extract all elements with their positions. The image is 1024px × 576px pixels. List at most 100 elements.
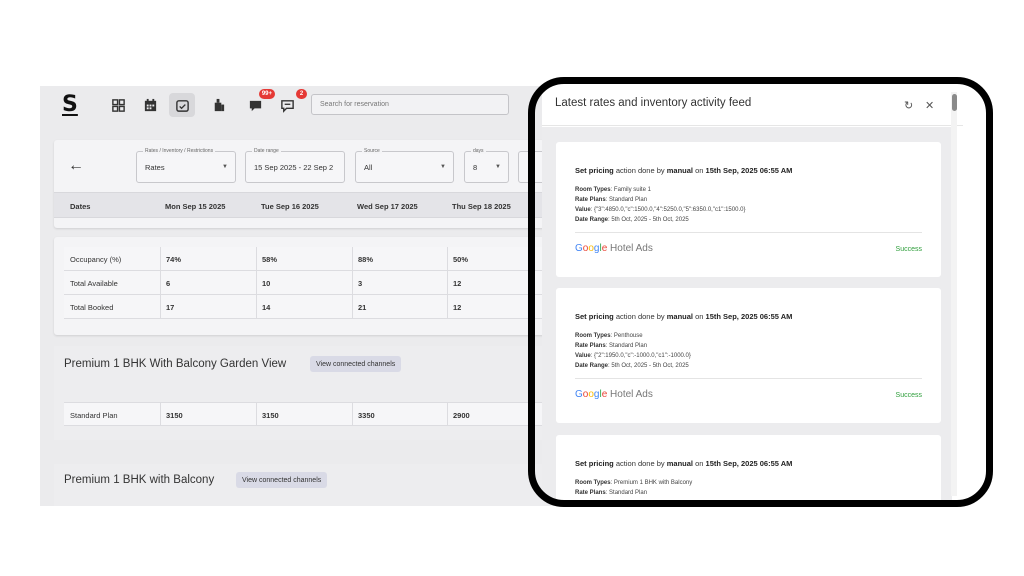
table-cell: 6 xyxy=(166,279,171,288)
divider xyxy=(352,403,353,425)
divider xyxy=(447,271,448,294)
view-select-value: Rates xyxy=(145,163,165,172)
google-hotel-ads-logo: Google Hotel Ads xyxy=(575,243,653,254)
activity-feed-list[interactable]: Set pricing action done by manual on 15t… xyxy=(542,127,952,506)
days-select[interactable]: days 8 ▼ xyxy=(464,148,509,183)
date-column-header: Wed Sep 17 2025 xyxy=(357,202,418,211)
date-range-value: 15 Sep 2025 - 22 Sep 2 xyxy=(254,163,334,172)
view-select-label: Rates / Inventory / Restrictions xyxy=(143,148,216,154)
rate-cell[interactable]: 2900 xyxy=(453,411,470,420)
table-cell: 14 xyxy=(262,303,271,312)
housekeeping-icon[interactable] xyxy=(208,95,228,115)
room-types-line: Room Types: Penthouse xyxy=(575,333,643,339)
divider xyxy=(256,295,257,318)
messages-icon[interactable]: 99+ xyxy=(245,89,275,115)
value-line: Value: {"3":4850.0,"c":1500.0,"4":5250.0… xyxy=(575,207,746,213)
dashboard-icon[interactable] xyxy=(108,95,128,115)
table-row: Standard Plan 3150 3150 3350 2900 xyxy=(64,402,552,426)
date-column-header: Tue Sep 16 2025 xyxy=(261,202,319,211)
divider xyxy=(160,403,161,425)
chat-icon[interactable]: 2 xyxy=(277,89,307,115)
dates-header: Dates xyxy=(70,202,91,211)
view-connected-channels-button[interactable]: View connected channels xyxy=(310,356,402,372)
room-section: Premium 1 BHK With Balcony Garden View V… xyxy=(54,346,552,440)
divider xyxy=(256,247,257,270)
date-range-line: Date Range: 5th Oct, 2025 - 5th Oct, 202… xyxy=(575,217,689,223)
days-select-value: 8 xyxy=(473,163,478,172)
divider xyxy=(256,403,257,425)
calendar-icon[interactable] xyxy=(140,95,160,115)
view-select[interactable]: Rates / Inventory / Restrictions Rates ▼ xyxy=(136,148,236,183)
divider xyxy=(160,271,161,294)
rate-plans-line: Rate Plans: Standard Plan xyxy=(575,197,648,203)
table-row: Total Booked 17 14 21 12 xyxy=(64,295,552,319)
divider xyxy=(447,403,448,425)
source-select-label: Source xyxy=(362,148,382,154)
date-column-header: Thu Sep 18 2025 xyxy=(452,202,511,211)
table-cell: 50% xyxy=(453,255,469,264)
table-cell: 17 xyxy=(166,303,175,312)
row-label: Total Available xyxy=(70,279,118,288)
room-title: Premium 1 BHK With Balcony Garden View xyxy=(64,358,287,370)
google-hotel-ads-logo: Google Hotel Ads xyxy=(575,389,653,400)
close-icon[interactable]: ✕ xyxy=(925,99,934,112)
table-cell: 88% xyxy=(358,255,374,264)
chevron-down-icon: ▼ xyxy=(495,164,501,170)
status-success: Success xyxy=(895,392,922,399)
top-navbar: S 99+ 2 Search for reservation xyxy=(40,86,552,124)
feed-item-title: Set pricing action done by manual on 15t… xyxy=(575,459,793,468)
divider xyxy=(352,271,353,294)
feed-item-title: Set pricing action done by manual on 15t… xyxy=(575,312,793,321)
rate-cell[interactable]: 3350 xyxy=(358,411,375,420)
room-title: Premium 1 BHK with Balcony xyxy=(64,474,215,486)
row-label: Occupancy (%) xyxy=(70,255,122,264)
divider xyxy=(352,295,353,318)
rate-cell[interactable]: 3150 xyxy=(166,411,183,420)
table-cell: 74% xyxy=(166,255,182,264)
rate-plans-line: Rate Plans: Standard Plan xyxy=(575,343,648,349)
table-cell: 21 xyxy=(358,303,367,312)
chat-badge: 2 xyxy=(296,89,307,99)
table-cell: 3 xyxy=(358,279,363,288)
table-row: Total Available 6 10 3 12 xyxy=(64,271,552,295)
date-range-field[interactable]: Date range 15 Sep 2025 - 22 Sep 2 xyxy=(245,148,345,183)
source-select[interactable]: Source All ▼ xyxy=(355,148,454,183)
room-section: Premium 1 BHK with Balcony View connecte… xyxy=(54,464,552,506)
feed-item: Set pricing action done by manual on 15t… xyxy=(556,435,941,506)
view-connected-channels-button[interactable]: View connected channels xyxy=(236,472,328,488)
rate-plans-line: Rate Plans: Standard Plan xyxy=(575,490,648,496)
logo[interactable]: S xyxy=(62,92,78,117)
occupancy-card: Occupancy (%) 74% 58% 88% 50% Total Avai… xyxy=(54,237,552,335)
table-cell: 12 xyxy=(453,303,462,312)
feed-item: Set pricing action done by manual on 15t… xyxy=(556,142,941,277)
feed-item: Set pricing action done by manual on 15t… xyxy=(556,288,941,423)
chevron-down-icon: ▼ xyxy=(222,164,228,170)
date-column-header: Mon Sep 15 2025 xyxy=(165,202,226,211)
feed-item-title: Set pricing action done by manual on 15t… xyxy=(575,166,793,175)
divider xyxy=(575,232,922,233)
messages-badge: 99+ xyxy=(258,89,275,99)
rates-icon[interactable] xyxy=(169,93,195,117)
screen: S 99+ 2 Search for reservation ← Rates /… xyxy=(0,0,1024,576)
divider xyxy=(575,378,922,379)
room-types-line: Room Types: Family suite 1 xyxy=(575,187,651,193)
divider xyxy=(352,247,353,270)
panel-title: Latest rates and inventory activity feed xyxy=(555,97,752,109)
back-arrow-icon[interactable]: ← xyxy=(68,157,84,175)
divider xyxy=(160,247,161,270)
rate-cell[interactable]: 3150 xyxy=(262,411,279,420)
rates-app: S 99+ 2 Search for reservation ← Rates /… xyxy=(40,86,552,506)
activity-feed-panel: Latest rates and inventory activity feed… xyxy=(542,82,963,506)
date-range-line: Date Range: 5th Oct, 2025 - 5th Oct, 202… xyxy=(575,363,689,369)
table-cell: 10 xyxy=(262,279,271,288)
room-types-line: Room Types: Premium 1 BHK with Balcony xyxy=(575,480,693,486)
row-label: Total Booked xyxy=(70,303,114,312)
scrollbar-thumb[interactable] xyxy=(952,94,957,111)
search-input[interactable]: Search for reservation xyxy=(311,94,509,115)
scrollbar-track[interactable] xyxy=(951,92,957,496)
table-cell: 58% xyxy=(262,255,278,264)
days-select-label: days xyxy=(471,148,486,154)
divider xyxy=(447,295,448,318)
refresh-icon[interactable]: ↻ xyxy=(904,99,913,112)
table-cell: 12 xyxy=(453,279,462,288)
